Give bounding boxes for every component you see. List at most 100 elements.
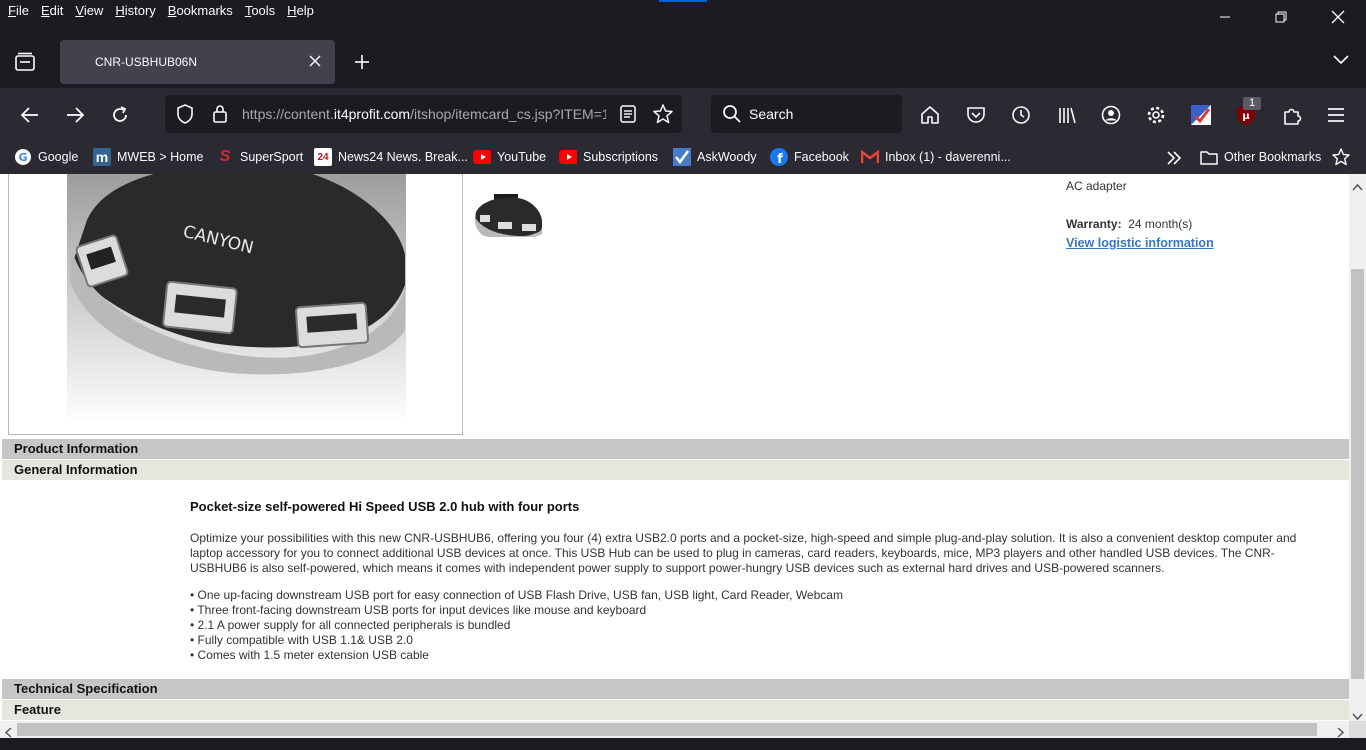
bookmark-subscriptions[interactable]: Subscriptions — [559, 147, 658, 167]
list-item: • Comes with 1.5 meter extension USB cab… — [190, 648, 429, 662]
tab-active[interactable]: CNR-USBHUB06N — [60, 40, 335, 84]
bookmark-facebook[interactable]: f Facebook — [770, 147, 849, 167]
bookmark-youtube[interactable]: YouTube — [473, 147, 546, 167]
menu-edit[interactable]: Edit — [41, 2, 71, 20]
minimize-icon — [1220, 16, 1230, 18]
bookmark-news24[interactable]: 24 News24 News. Break... — [314, 147, 468, 167]
reader-view-icon — [620, 105, 636, 123]
back-button[interactable] — [18, 103, 42, 127]
product-thumbnail[interactable] — [472, 182, 544, 239]
horizontal-scrollbar[interactable] — [0, 721, 1349, 738]
menu-tools[interactable]: Tools — [245, 2, 283, 20]
site-security-button[interactable] — [208, 102, 232, 126]
google-icon: G — [14, 148, 32, 166]
view-logistic-info-link[interactable]: View logistic information — [1066, 236, 1214, 250]
description-heading: Pocket-size self-powered Hi Speed USB 2.… — [190, 499, 580, 514]
home-icon — [921, 106, 939, 124]
list-item: • One up-facing downstream USB port for … — [190, 588, 843, 602]
gear-icon — [1147, 106, 1165, 124]
history-button[interactable] — [1009, 103, 1033, 127]
firefox-view-icon — [15, 52, 35, 71]
puzzle-icon — [1284, 108, 1302, 125]
folder-icon — [1200, 148, 1218, 166]
chevron-down-icon — [1352, 713, 1363, 721]
reload-button[interactable] — [108, 103, 132, 127]
youtube-icon — [473, 148, 491, 166]
search-input[interactable]: Search — [749, 106, 793, 122]
manage-bookmarks-button[interactable] — [1329, 145, 1353, 169]
tab-strip: CNR-USBHUB06N — [0, 38, 1366, 88]
lock-icon — [213, 105, 227, 123]
extensions-button[interactable] — [1280, 103, 1304, 127]
minimize-button[interactable] — [1197, 0, 1253, 34]
pocket-icon — [967, 107, 985, 123]
warranty-label: Warranty: — [1066, 217, 1122, 231]
menu-bar: File Edit View History Bookmarks Tools H… — [0, 0, 1366, 38]
menu-help[interactable]: Help — [287, 2, 322, 20]
shield-icon — [177, 104, 193, 124]
description-paragraph: Optimize your possibilities with this ne… — [190, 531, 1297, 575]
menu-file[interactable]: File — [8, 2, 37, 20]
list-item: • Fully compatible with USB 1.1& USB 2.0 — [190, 633, 413, 647]
product-side-info: AC adapter Warranty: 24 month(s) View lo… — [1066, 179, 1214, 250]
web-content: CANYON AC adapter Warranty: 24 month(s) … — [0, 174, 1366, 750]
pocket-button[interactable] — [964, 103, 988, 127]
list-all-tabs-button[interactable] — [1329, 48, 1353, 72]
bookmarks-toolbar: G Google m MWEB > Home S SuperSport 24 N… — [0, 141, 1366, 174]
youtube-icon — [559, 148, 577, 166]
bookmarks-overflow-button[interactable] — [1162, 146, 1186, 170]
askwoody-icon — [673, 148, 691, 166]
forward-button[interactable] — [63, 103, 87, 127]
extension-button-1[interactable] — [1189, 103, 1213, 127]
url-bar[interactable]: https://content.it4profit.com/itshop/ite… — [165, 95, 682, 133]
svg-text:µ: µ — [1242, 111, 1250, 122]
section-general-information: General Information — [2, 460, 1349, 480]
scrollbar-thumb[interactable] — [1351, 269, 1364, 679]
scroll-up-arrow[interactable] — [1352, 178, 1363, 196]
bookmark-mweb[interactable]: m MWEB > Home — [93, 147, 203, 167]
menu-bookmarks[interactable]: Bookmarks — [168, 2, 241, 20]
accent-line — [659, 0, 707, 2]
new-tab-button[interactable] — [350, 50, 374, 74]
home-button[interactable] — [918, 103, 942, 127]
chevron-up-icon — [1352, 183, 1363, 191]
account-icon — [1101, 105, 1121, 125]
list-item: • Three front-facing downstream USB port… — [190, 603, 647, 617]
bookmark-askwoody[interactable]: AskWoody — [673, 147, 757, 167]
settings-button[interactable] — [1144, 103, 1168, 127]
bookmark-gmail-inbox[interactable]: Inbox (1) - daverenni... — [861, 147, 1011, 167]
search-icon — [720, 102, 744, 126]
bookmark-supersport[interactable]: S SuperSport — [216, 147, 304, 167]
tracking-protection-button[interactable] — [173, 102, 197, 126]
horizontal-scrollbar-thumb[interactable] — [17, 723, 1317, 736]
arrow-left-icon — [20, 107, 38, 123]
restore-icon — [1275, 11, 1287, 23]
reader-view-button[interactable] — [616, 102, 640, 126]
bookmark-star-button[interactable] — [651, 102, 675, 126]
other-bookmarks-folder[interactable]: Other Bookmarks — [1200, 147, 1321, 167]
close-icon — [309, 55, 321, 67]
star-icon — [653, 104, 673, 124]
account-button[interactable] — [1099, 103, 1123, 127]
app-menu-button[interactable] — [1324, 103, 1348, 127]
hamburger-menu-icon — [1328, 108, 1344, 122]
tab-close-button[interactable] — [307, 53, 323, 69]
library-button[interactable] — [1055, 103, 1079, 127]
close-window-button[interactable] — [1310, 0, 1366, 34]
menu-view[interactable]: View — [75, 2, 111, 20]
gmail-icon — [861, 148, 879, 166]
extension-flag-icon — [1191, 105, 1211, 125]
vertical-scrollbar[interactable] — [1349, 174, 1366, 721]
svg-text:f: f — [777, 152, 783, 166]
arrow-right-icon — [67, 107, 85, 123]
firefox-view-button[interactable] — [13, 50, 37, 74]
menu-history[interactable]: History — [115, 2, 163, 20]
clock-icon — [1012, 106, 1030, 124]
scrollbar-corner — [1349, 721, 1366, 738]
url-text[interactable]: https://content.it4profit.com/itshop/ite… — [242, 106, 606, 122]
restore-button[interactable] — [1253, 0, 1309, 34]
bookmark-google[interactable]: G Google — [14, 147, 78, 167]
window-bottom-edge — [0, 738, 1366, 750]
search-bar[interactable]: Search — [711, 95, 902, 133]
product-image[interactable]: CANYON — [67, 174, 406, 425]
